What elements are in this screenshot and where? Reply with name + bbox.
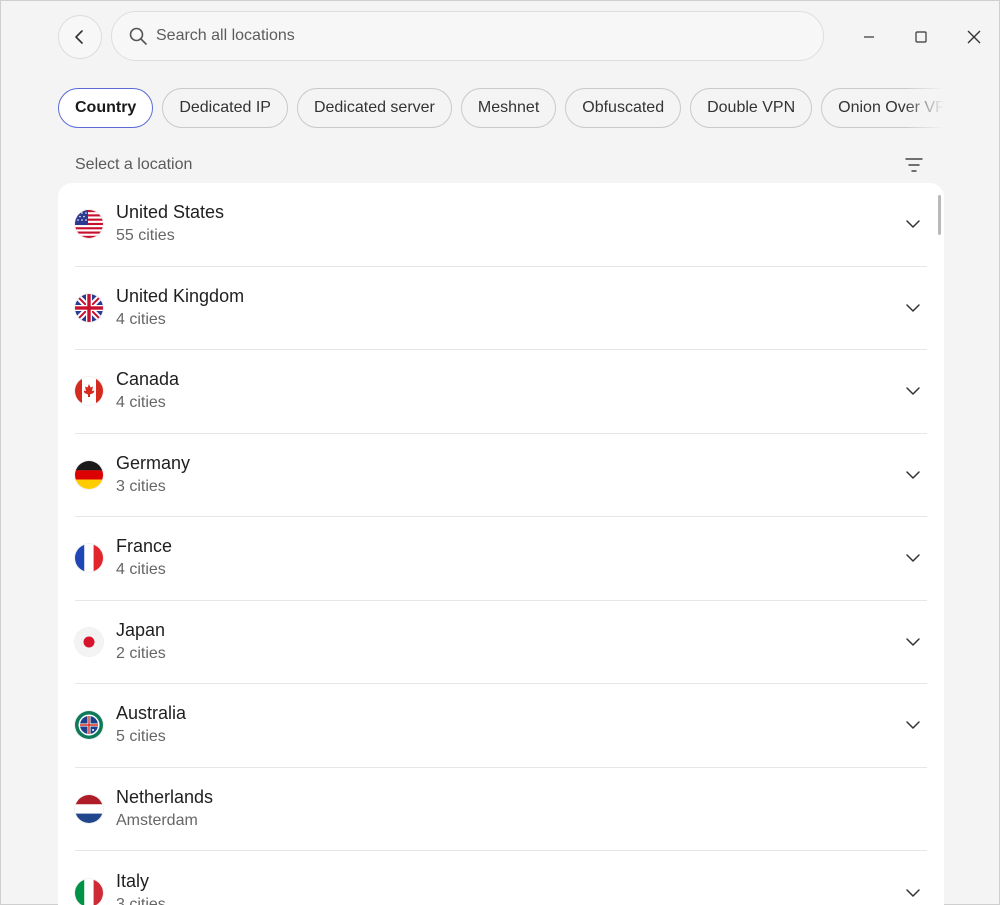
location-subtitle: 55 cities <box>116 227 175 245</box>
chevron-down-icon[interactable] <box>903 548 923 568</box>
list-header: Select a location <box>75 154 925 176</box>
location-name: Canada <box>116 369 180 390</box>
search-input[interactable] <box>156 27 823 45</box>
chip-meshnet[interactable]: Meshnet <box>460 88 557 128</box>
location-name: Netherlands <box>116 786 214 807</box>
list-header-label: Select a location <box>75 156 193 173</box>
uk-flag-icon <box>75 293 103 322</box>
list-item[interactable]: France 4 cities <box>75 517 927 601</box>
chip-onion-over-vpn[interactable]: Onion Over VPN <box>821 88 944 128</box>
location-subtitle: Amsterdam <box>116 811 198 829</box>
location-subtitle: 3 cities <box>116 477 166 495</box>
search-bar[interactable] <box>111 11 824 61</box>
location-name: Japan <box>116 619 166 640</box>
list-item[interactable]: United Kingdom 4 cities <box>75 267 927 350</box>
back-button[interactable] <box>58 15 102 59</box>
location-name: United States <box>116 202 225 223</box>
chevron-down-icon[interactable] <box>903 632 923 652</box>
close-icon <box>967 30 981 44</box>
location-name: United Kingdom <box>116 285 245 306</box>
location-name: Italy <box>116 870 150 891</box>
italy-flag-icon <box>75 878 103 905</box>
scrollbar[interactable] <box>938 195 941 235</box>
us-flag-icon <box>75 210 103 239</box>
list-item[interactable]: Germany 3 cities <box>75 434 927 517</box>
list-item[interactable]: Italy 3 cities <box>75 851 927 905</box>
chevron-down-icon[interactable] <box>903 715 923 735</box>
chevron-down-icon[interactable] <box>903 214 923 234</box>
close-button[interactable] <box>958 21 990 53</box>
list-item[interactable]: Australia 5 cities <box>75 684 927 768</box>
chevron-down-icon[interactable] <box>903 381 923 401</box>
filter-chips: Country Dedicated IP Dedicated server Me… <box>58 88 944 130</box>
chevron-left-icon <box>75 30 83 44</box>
location-subtitle: 4 cities <box>116 310 166 328</box>
chip-country[interactable]: Country <box>58 88 154 128</box>
sort-filter-icon[interactable] <box>903 154 925 176</box>
netherlands-flag-icon <box>75 794 103 823</box>
france-flag-icon <box>75 544 103 573</box>
list-item[interactable]: Netherlands Amsterdam <box>75 768 927 851</box>
search-icon <box>128 26 148 46</box>
location-subtitle: 5 cities <box>116 728 166 746</box>
app-window: Country Dedicated IP Dedicated server Me… <box>0 0 1000 905</box>
maximize-button[interactable] <box>905 21 937 53</box>
minimize-button[interactable] <box>853 21 885 53</box>
location-list: United States 55 cities United Kingdom 4… <box>58 183 944 905</box>
location-name: Australia <box>116 703 187 724</box>
canada-flag-icon <box>75 377 103 406</box>
chip-dedicated-ip[interactable]: Dedicated IP <box>162 88 288 128</box>
location-subtitle: 2 cities <box>116 644 166 662</box>
chevron-down-icon[interactable] <box>903 465 923 485</box>
list-item[interactable]: United States 55 cities <box>75 183 927 267</box>
list-item[interactable]: Canada 4 cities <box>75 350 927 434</box>
location-subtitle: 3 cities <box>116 895 166 905</box>
chip-double-vpn[interactable]: Double VPN <box>690 88 813 128</box>
location-name: Germany <box>116 452 191 473</box>
minimize-icon <box>864 36 874 38</box>
germany-flag-icon <box>75 460 103 489</box>
chevron-down-icon[interactable] <box>903 883 923 903</box>
location-name: France <box>116 536 173 557</box>
location-subtitle: 4 cities <box>116 394 166 412</box>
australia-flag-icon <box>75 711 103 740</box>
chip-dedicated-server[interactable]: Dedicated server <box>296 88 452 128</box>
chevron-down-icon[interactable] <box>903 298 923 318</box>
maximize-icon <box>915 31 927 43</box>
list-item[interactable]: Japan 2 cities <box>75 601 927 684</box>
chip-obfuscated[interactable]: Obfuscated <box>565 88 682 128</box>
japan-flag-icon <box>75 627 103 656</box>
location-subtitle: 4 cities <box>116 561 166 579</box>
